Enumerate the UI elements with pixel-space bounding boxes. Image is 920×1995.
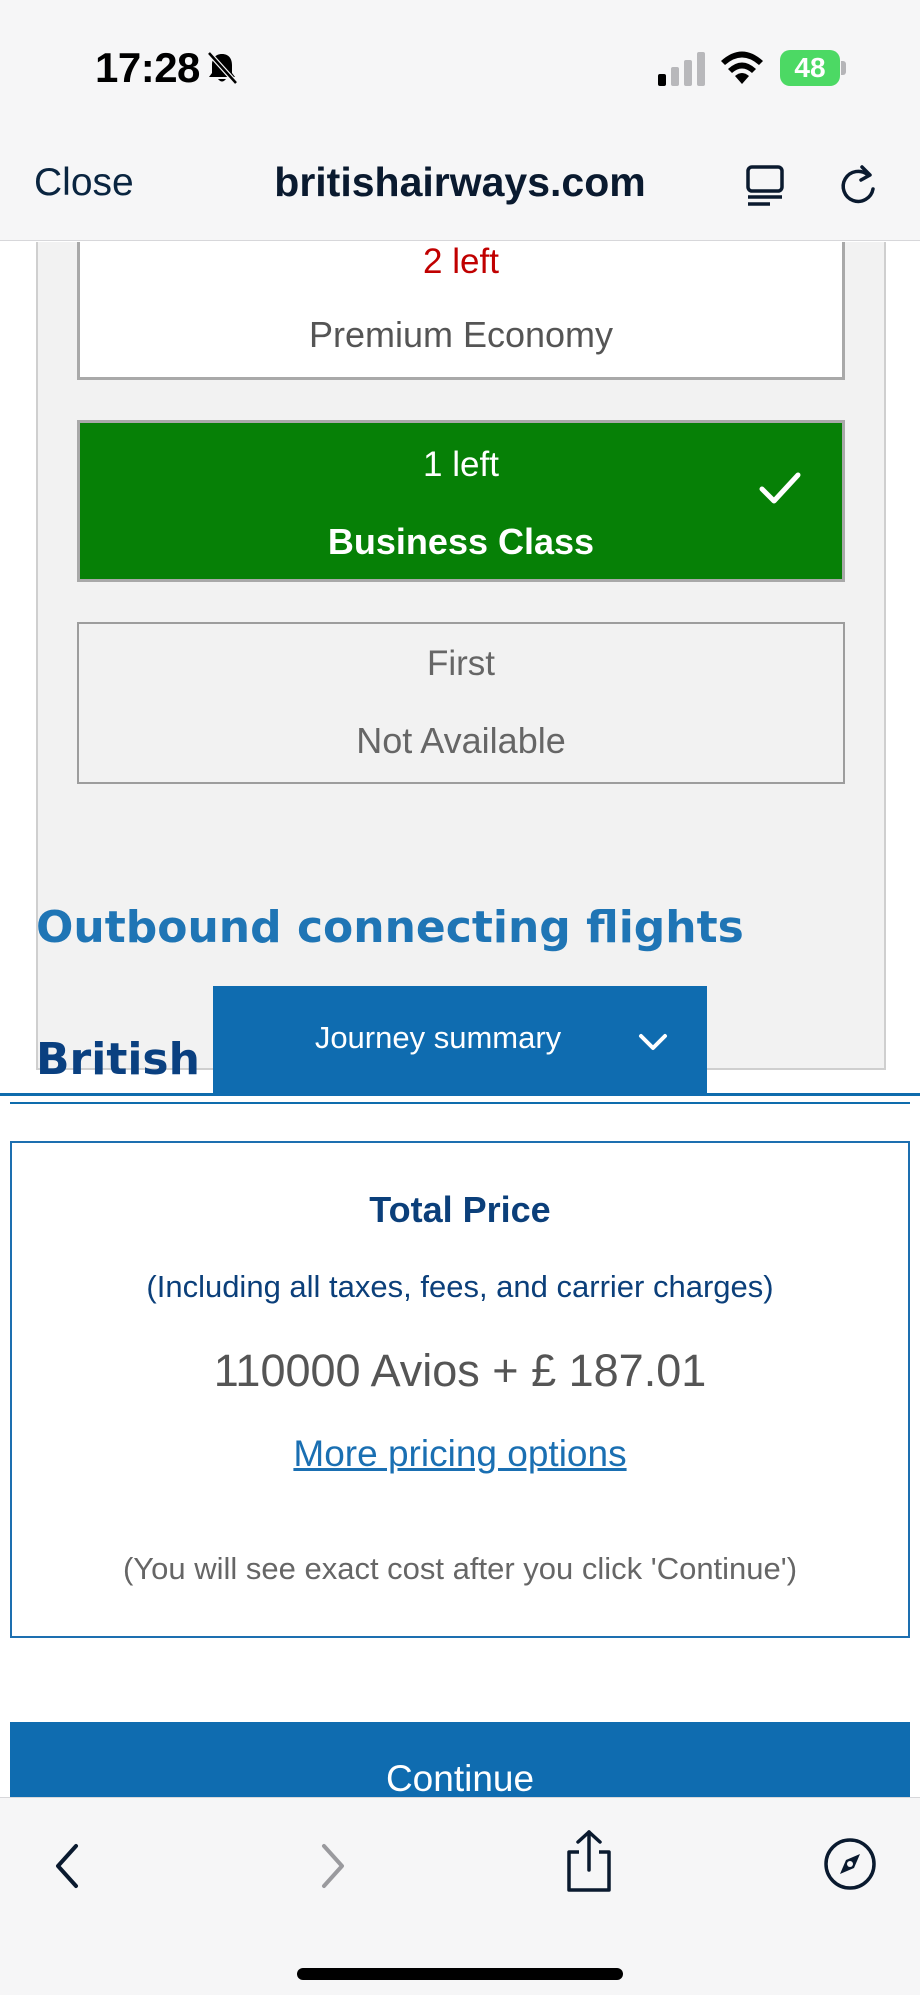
signal-icon xyxy=(658,52,705,86)
price-subtitle: (Including all taxes, fees, and carrier … xyxy=(146,1269,774,1304)
journey-summary-toggle[interactable]: Journey summary xyxy=(213,986,707,1096)
cabin-name: Premium Economy xyxy=(308,314,614,355)
price-title: Total Price xyxy=(369,1189,551,1230)
journey-summary-label: Journey summary xyxy=(314,1020,562,1055)
divider xyxy=(10,1102,910,1104)
outbound-connecting-flights-heading: Outbound connecting flights xyxy=(36,902,744,953)
cabin-name: First xyxy=(426,644,496,683)
battery-level: 48 xyxy=(794,52,826,83)
cabin-option-first[interactable]: First Not Available xyxy=(77,622,845,784)
cabin-name: Business Class xyxy=(327,521,595,562)
back-icon[interactable] xyxy=(48,1838,88,1894)
chevron-down-icon xyxy=(639,1034,667,1050)
more-pricing-options-link[interactable]: More pricing options xyxy=(12,1433,908,1475)
browser-toolbar: Close britishairways.com xyxy=(0,135,920,241)
cabin-availability: 1 left xyxy=(423,445,499,484)
continue-label: Continue xyxy=(385,1758,535,1797)
browser-bottom-toolbar xyxy=(0,1797,920,1995)
battery-charging-icon: 48 xyxy=(780,50,846,86)
reader-icon[interactable] xyxy=(742,161,788,209)
bell-slash-icon xyxy=(207,51,238,85)
check-icon xyxy=(759,472,801,504)
cabin-availability: Not Available xyxy=(356,720,566,761)
price-note: (You will see exact cost after you click… xyxy=(122,1551,798,1586)
compass-icon[interactable] xyxy=(822,1836,878,1892)
cabin-option-premium-economy[interactable]: 2 left Premium Economy xyxy=(77,242,845,380)
page-content: 2 left Premium Economy 1 left Business C… xyxy=(0,242,920,1797)
price-value: 110000 Avios + £ 187.01 xyxy=(213,1345,707,1396)
cabin-option-business-class[interactable]: 1 left Business Class xyxy=(77,420,845,582)
continue-button[interactable]: Continue xyxy=(10,1722,910,1797)
wifi-icon xyxy=(721,51,763,84)
forward-icon[interactable] xyxy=(312,1838,352,1894)
share-icon[interactable] xyxy=(563,1828,615,1894)
total-price-panel: Total Price (Including all taxes, fees, … xyxy=(10,1141,910,1638)
cabin-availability: 2 left xyxy=(423,242,499,281)
status-bar: 17:28 48 xyxy=(0,0,920,135)
reload-icon[interactable] xyxy=(835,161,881,209)
home-indicator[interactable] xyxy=(297,1968,623,1980)
status-time: 17:28 xyxy=(95,44,200,91)
